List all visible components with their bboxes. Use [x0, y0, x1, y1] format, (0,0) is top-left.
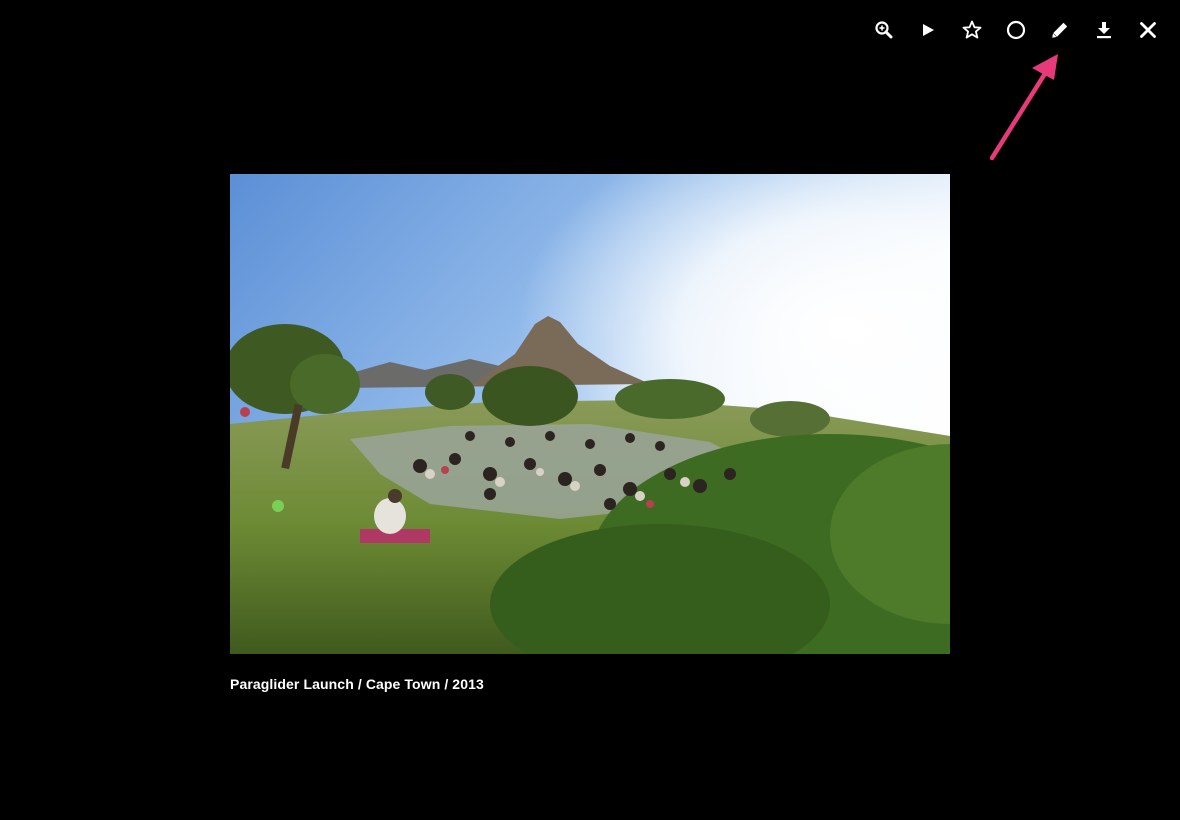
edit-button[interactable]: [1038, 14, 1082, 46]
slideshow-button[interactable]: [906, 14, 950, 46]
viewer-toolbar: [862, 14, 1170, 46]
select-button[interactable]: [994, 14, 1038, 46]
zoom-icon: [875, 21, 893, 39]
landscape-photo: [230, 174, 950, 654]
close-button[interactable]: [1126, 14, 1170, 46]
favorite-button[interactable]: [950, 14, 994, 46]
download-icon: [1097, 22, 1111, 39]
photo: [230, 174, 950, 654]
download-button[interactable]: [1082, 14, 1126, 46]
play-icon: [923, 24, 934, 36]
image-viewer: Paraglider Launch / Cape Town / 2013: [0, 0, 1180, 820]
circle-icon: [1006, 20, 1026, 40]
star-icon: [962, 20, 982, 39]
close-icon: [1140, 22, 1156, 38]
pencil-icon: [1052, 22, 1068, 38]
photo-caption: Paraglider Launch / Cape Town / 2013: [230, 676, 484, 692]
zoom-button[interactable]: [862, 14, 906, 46]
annotation-arrow: [989, 54, 1058, 161]
